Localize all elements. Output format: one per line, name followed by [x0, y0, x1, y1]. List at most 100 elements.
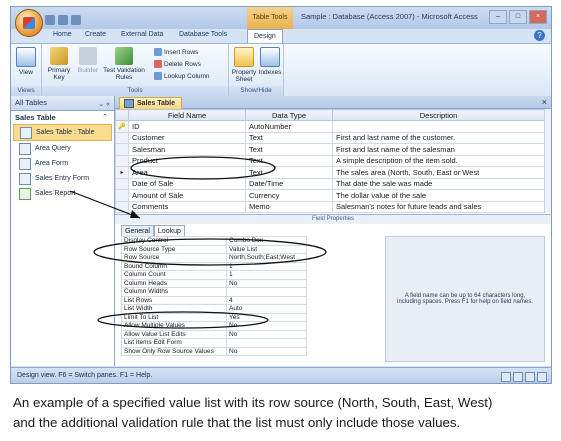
- property-value[interactable]: No: [226, 321, 307, 331]
- indexes-button[interactable]: Indexes: [258, 47, 282, 76]
- table-row[interactable]: Amount of Sale Currency The dollar value…: [115, 189, 545, 202]
- field-grid-scrollbar[interactable]: [544, 109, 551, 213]
- field-name-cell[interactable]: Area: [128, 166, 246, 179]
- data-type-cell[interactable]: Text: [245, 166, 333, 179]
- property-row[interactable]: Allow Value List Edits No: [121, 329, 307, 339]
- row-selector[interactable]: [115, 131, 129, 144]
- nav-item-sales-report[interactable]: Sales Report: [11, 186, 114, 201]
- description-cell[interactable]: First and last name of the customer.: [332, 131, 545, 144]
- data-type-cell[interactable]: AutoNumber: [245, 120, 333, 133]
- row-selector[interactable]: [115, 200, 129, 213]
- field-name-cell[interactable]: ID: [128, 120, 246, 133]
- property-sheet-button[interactable]: Property Sheet: [231, 47, 257, 83]
- property-value[interactable]: No: [226, 346, 307, 356]
- data-type-cell[interactable]: Text: [245, 154, 333, 167]
- description-cell[interactable]: The sales area (North, South, East or We…: [332, 166, 545, 179]
- field-name-cell[interactable]: Salesman: [128, 143, 246, 156]
- property-value[interactable]: Value List: [226, 244, 307, 254]
- maximize-button[interactable]: □: [509, 10, 527, 24]
- table-row[interactable]: Product Text A simple description of the…: [115, 154, 545, 167]
- data-type-cell[interactable]: Currency: [245, 189, 333, 202]
- tab-database-tools[interactable]: Database Tools: [179, 31, 227, 38]
- nav-pane-controls[interactable]: ⌄ «: [98, 98, 110, 112]
- property-value[interactable]: No: [226, 329, 307, 339]
- nav-item-area-form[interactable]: Area Form: [11, 156, 114, 171]
- redo-icon[interactable]: [71, 15, 81, 25]
- data-type-cell[interactable]: Memo: [245, 200, 333, 213]
- property-value[interactable]: Combo Box: [226, 236, 307, 246]
- property-value[interactable]: [226, 338, 307, 348]
- save-icon[interactable]: [45, 15, 55, 25]
- row-selector[interactable]: [115, 189, 129, 202]
- row-selector[interactable]: [115, 143, 129, 156]
- property-value[interactable]: Auto: [226, 304, 307, 314]
- document-tab-sales-table[interactable]: Sales Table: [119, 97, 183, 109]
- data-type-cell[interactable]: Date/Time: [245, 177, 333, 190]
- close-document-icon[interactable]: ×: [542, 96, 547, 108]
- test-validation-rules-button[interactable]: Test Validation Rules: [102, 47, 146, 81]
- property-row[interactable]: Row Source Type Value List: [121, 244, 307, 254]
- table-row-selected[interactable]: ▸ Area Text The sales area (North, South…: [115, 166, 545, 179]
- data-type-cell[interactable]: Text: [245, 143, 333, 156]
- description-cell[interactable]: First and last name of the salesman: [332, 143, 545, 156]
- property-row[interactable]: Allow Multiple Values No: [121, 321, 307, 331]
- datasheet-view-icon[interactable]: [501, 372, 511, 382]
- tab-external-data[interactable]: External Data: [121, 31, 163, 38]
- delete-rows-button[interactable]: Delete Rows: [154, 60, 201, 68]
- property-row[interactable]: Limit To List Yes: [121, 312, 307, 322]
- field-name-cell[interactable]: Customer: [128, 131, 246, 144]
- field-name-cell[interactable]: Product: [128, 154, 246, 167]
- property-row[interactable]: Bound Column 1: [121, 261, 307, 271]
- nav-item-sales-entry-form[interactable]: Sales Entry Form: [11, 171, 114, 186]
- field-name-cell[interactable]: Date of Sale: [128, 177, 246, 190]
- current-row-indicator[interactable]: ▸: [115, 166, 129, 179]
- undo-icon[interactable]: [58, 15, 68, 25]
- builder-button[interactable]: Builder: [76, 47, 100, 74]
- minimize-button[interactable]: –: [489, 10, 507, 24]
- view-button[interactable]: View: [15, 47, 37, 76]
- field-name-cell[interactable]: Comments: [128, 200, 246, 213]
- property-row[interactable]: List Rows 4: [121, 295, 307, 305]
- quick-access-toolbar[interactable]: [45, 12, 121, 25]
- nav-pane-header[interactable]: All Tables ⌄ «: [11, 96, 114, 111]
- property-row[interactable]: Column Widths: [121, 287, 307, 297]
- design-view-icon[interactable]: [537, 372, 547, 382]
- property-row[interactable]: Show Only Row Source Values No: [121, 346, 307, 356]
- help-icon[interactable]: ?: [534, 30, 545, 41]
- property-value[interactable]: 1: [226, 261, 307, 271]
- property-row[interactable]: Row Source North;South;East;West: [121, 253, 307, 263]
- description-cell[interactable]: A simple description of the item sold.: [332, 154, 545, 167]
- property-value[interactable]: 4: [226, 295, 307, 305]
- table-row[interactable]: Date of Sale Date/Time That date the sal…: [115, 177, 545, 190]
- property-value[interactable]: North;South;East;West: [226, 253, 307, 263]
- office-button[interactable]: [15, 9, 43, 37]
- field-name-cell[interactable]: Amount of Sale: [128, 189, 246, 202]
- property-value[interactable]: [226, 287, 307, 297]
- property-row[interactable]: List Items Edit Form: [121, 338, 307, 348]
- nav-item-sales-table[interactable]: Sales Table : Table: [13, 124, 112, 141]
- description-cell[interactable]: Salesman's notes for future leads and sa…: [332, 200, 545, 213]
- data-type-cell[interactable]: Text: [245, 131, 333, 144]
- table-row[interactable]: Comments Memo Salesman's notes for futur…: [115, 200, 545, 213]
- collapse-group-icon[interactable]: ⌃: [102, 111, 108, 124]
- primary-key-button[interactable]: Primary Key: [46, 47, 72, 81]
- description-cell[interactable]: [332, 120, 545, 133]
- pivot-chart-view-icon[interactable]: [525, 372, 535, 382]
- tab-home[interactable]: Home: [53, 31, 72, 38]
- row-selector[interactable]: [115, 177, 129, 190]
- property-value[interactable]: No: [226, 278, 307, 288]
- lookup-column-button[interactable]: Lookup Column: [154, 72, 210, 80]
- property-value[interactable]: 1: [226, 270, 307, 280]
- table-row[interactable]: 🔑 ID AutoNumber: [115, 120, 545, 133]
- table-row[interactable]: Customer Text First and last name of the…: [115, 131, 545, 144]
- table-row[interactable]: Salesman Text First and last name of the…: [115, 143, 545, 156]
- nav-group-header[interactable]: Sales Table ⌃: [11, 111, 114, 124]
- property-row[interactable]: Column Heads No: [121, 278, 307, 288]
- property-row[interactable]: Display Control Combo Box: [121, 236, 307, 246]
- description-cell[interactable]: That date the sale was made: [332, 177, 545, 190]
- insert-rows-button[interactable]: Insert Rows: [154, 48, 198, 56]
- property-row[interactable]: List Width Auto: [121, 304, 307, 314]
- description-cell[interactable]: The dollar value of the sale: [332, 189, 545, 202]
- tab-design[interactable]: Design: [247, 29, 283, 44]
- tab-create[interactable]: Create: [85, 31, 106, 38]
